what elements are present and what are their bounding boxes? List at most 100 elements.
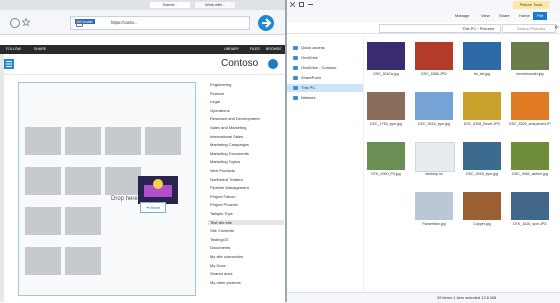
file-name[interactable]: DSC_5167a.jpg — [365, 72, 407, 76]
file-thumbnail[interactable] — [511, 192, 549, 220]
library-item[interactable] — [145, 127, 181, 155]
file-name[interactable]: desktop.ini — [413, 172, 455, 176]
library-item[interactable] — [65, 247, 101, 275]
nav-item[interactable]: Quick access — [293, 44, 325, 52]
site-logo-text[interactable]: Contoso — [221, 58, 258, 69]
quick-launch-link[interactable]: My Docs — [210, 263, 226, 268]
quick-launch-link[interactable]: Site Contents — [210, 228, 234, 233]
nav-item-label: OneDrive - Contoso — [301, 65, 337, 70]
tab-view[interactable]: View — [477, 12, 494, 20]
file-name[interactable]: Copper.jpg — [461, 222, 503, 226]
library-item[interactable] — [25, 127, 61, 155]
quick-launch-link[interactable]: Marketing Documents — [210, 151, 249, 156]
file-name[interactable]: DSC_0018_sym.jpg — [461, 172, 503, 176]
file-thumbnail[interactable] — [511, 42, 549, 70]
file-name[interactable]: DSC_5365.JPG — [413, 72, 455, 76]
file-name[interactable]: DTK_0000_P3.jpg — [365, 172, 407, 176]
file-thumbnail[interactable] — [415, 192, 453, 220]
nav-item[interactable]: OneDrive - Contoso — [293, 64, 336, 72]
menu-icon[interactable] — [4, 59, 14, 69]
library-item[interactable] — [65, 167, 101, 195]
file-thumbnail[interactable] — [463, 92, 501, 120]
maximize-icon[interactable] — [299, 2, 304, 7]
file-thumbnail[interactable] — [367, 42, 405, 70]
files-tab[interactable]: FILES — [250, 46, 260, 53]
library-item[interactable] — [65, 207, 101, 235]
quick-launch-link[interactable]: New Products — [210, 168, 235, 173]
library-item[interactable] — [25, 167, 61, 195]
url-field[interactable]: InPrivate https://conto... — [70, 16, 250, 30]
quick-launch-link[interactable]: My site connection — [210, 254, 243, 259]
file-name[interactable]: flo_Art.jpg — [461, 72, 503, 76]
library-item[interactable] — [105, 127, 141, 155]
quick-launch-link[interactable]: Shared docs — [210, 271, 232, 276]
quick-launch-link[interactable]: Northwind Traders — [210, 177, 243, 182]
tab-home[interactable]: Home — [515, 12, 534, 20]
search-field[interactable]: Search Pictures — [502, 24, 556, 33]
tab-share[interactable]: Share — [495, 12, 514, 20]
quick-launch-link[interactable]: Engineering — [210, 82, 231, 87]
sharepoint-quick-launch: Engineering Finance Legal Operations Researc… — [198, 82, 284, 302]
file-thumbnail[interactable] — [415, 142, 455, 172]
quick-launch-link[interactable]: Project Phoenix — [210, 202, 238, 207]
quick-launch-link[interactable]: International Sales — [210, 134, 243, 139]
file-thumbnail[interactable] — [511, 142, 549, 170]
nav-item[interactable]: Network — [293, 94, 316, 102]
file-name[interactable]: DSC_0060_sketch.jpg — [509, 172, 551, 176]
quick-launch-link[interactable]: Marketing Topics — [210, 159, 240, 164]
library-item[interactable] — [65, 127, 101, 155]
file-thumbnail[interactable] — [463, 192, 501, 220]
file-name[interactable]: DTK_1516_sym.JPG — [509, 222, 551, 226]
minimize-icon[interactable] — [308, 4, 313, 5]
back-arrow-icon[interactable] — [554, 24, 559, 30]
library-item[interactable] — [25, 247, 61, 275]
file-thumbnail[interactable] — [367, 142, 405, 170]
file-name[interactable]: DSC_1753_sym.jpg — [365, 122, 407, 126]
file-name[interactable]: Flowerbike.jpg — [413, 222, 455, 226]
close-icon[interactable] — [289, 1, 296, 8]
nav-item[interactable]: SharePoint — [293, 74, 321, 82]
browser-scrollbar[interactable] — [0, 54, 4, 302]
quick-launch-link[interactable]: Research and Development — [210, 116, 260, 121]
file-thumbnail[interactable] — [463, 42, 501, 70]
picture-tools-tab[interactable]: Picture Tools — [513, 1, 549, 9]
quick-launch-link[interactable]: Documents — [210, 245, 230, 250]
browser-tab-work[interactable]: Work with... — [195, 2, 235, 8]
tab-file[interactable]: File — [533, 12, 548, 20]
dragged-image[interactable] — [138, 176, 178, 204]
library-item[interactable] — [105, 167, 141, 195]
quick-launch-link[interactable]: Pipeline Management — [210, 185, 249, 190]
share-button[interactable]: SHARE — [34, 46, 46, 53]
nav-item[interactable]: OneDrive — [293, 54, 318, 62]
file-thumbnail[interactable] — [415, 42, 453, 70]
file-name[interactable]: DSC_5308_Bevel.JPG — [461, 122, 503, 126]
star-icon[interactable] — [21, 16, 31, 28]
quick-launch-link[interactable]: Project Falcon — [210, 194, 236, 199]
file-thumbnail[interactable] — [367, 92, 405, 120]
quick-launch-link[interactable]: TestingG3 — [210, 237, 228, 242]
quick-launch-link[interactable]: My other pictures — [210, 280, 241, 285]
quick-launch-link[interactable]: Legal — [210, 99, 220, 104]
quick-launch-link[interactable]: Test site site — [208, 219, 284, 225]
address-field[interactable]: This PC › Pictures — [379, 24, 501, 33]
file-name[interactable]: kevinbrowder.jpg — [509, 72, 551, 76]
library-item[interactable] — [25, 207, 61, 235]
library-tab[interactable]: LIBRARY — [224, 46, 239, 53]
browser-tab-submit[interactable]: Submit... — [150, 2, 190, 8]
quick-launch-link[interactable]: Marketing Campaigns — [210, 142, 249, 147]
follow-button[interactable]: FOLLOW — [6, 46, 21, 53]
file-name[interactable]: DSC_5309_sharpened.JPG — [509, 122, 551, 126]
quick-launch-link[interactable]: Sales and Marketing — [210, 125, 246, 130]
quick-launch-link[interactable]: Tailspin Toys — [210, 211, 233, 216]
file-thumbnail[interactable] — [511, 92, 549, 120]
file-name[interactable]: DSC_5016_sym.jpg — [413, 122, 455, 126]
tab-manage[interactable]: Manage — [451, 12, 473, 20]
quick-launch-link[interactable]: Operations — [210, 108, 230, 113]
file-thumbnail[interactable] — [463, 142, 501, 170]
go-arrow-icon[interactable] — [258, 15, 274, 31]
quick-launch-link[interactable]: Finance — [210, 91, 224, 96]
browse-tab[interactable]: BROWSE — [266, 46, 282, 53]
nav-item[interactable]: This PC — [287, 84, 363, 92]
file-thumbnail[interactable] — [415, 92, 453, 120]
refresh-icon[interactable] — [10, 18, 20, 28]
